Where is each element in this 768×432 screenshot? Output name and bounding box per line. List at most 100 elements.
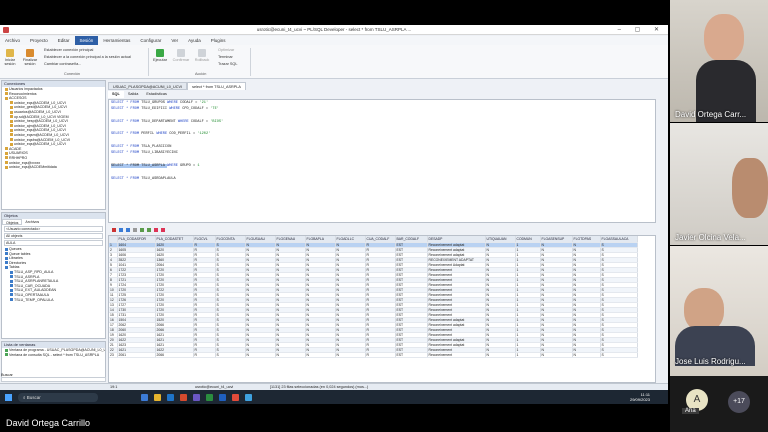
commit-button[interactable]: Confirmar (172, 49, 190, 62)
sql-token: SELECT * FROM (111, 132, 142, 137)
set-main-connection-session[interactable]: Establecer a la conexión principal a la … (44, 55, 131, 59)
sql-editor[interactable]: SELECT * FROM TSLU_GRUPOS WHERE CODALF =… (108, 99, 656, 223)
participant-name: David Ortega Carr... (675, 110, 747, 119)
chrome-icon[interactable] (232, 393, 239, 401)
excel-icon[interactable] (206, 393, 213, 401)
filter-icon[interactable] (154, 227, 158, 232)
table-cell[interactable]: 2066 (155, 352, 194, 358)
teams-icon[interactable] (193, 393, 200, 401)
logout-button[interactable]: Finalizar sesión (22, 49, 38, 66)
menu-ayuda[interactable]: Ayuda (183, 38, 206, 43)
object-filter-input[interactable]: AULA (4, 240, 103, 246)
execute-button[interactable]: Ejecutar (152, 49, 168, 62)
folder-icon (10, 119, 13, 123)
change-password[interactable]: Cambiar contraseña... (44, 62, 81, 66)
result-grid[interactable]: PLA_CODASFOR PLA_CODASTET FLGCVL FLGCONTA FL… (108, 235, 656, 383)
menu-configurar[interactable]: Configurar (135, 38, 166, 43)
sql-text[interactable]: SELECT * FROM TSLU_GRUPOS WHERE CODALF =… (109, 100, 655, 182)
optimize-option[interactable]: Optimizar (218, 48, 234, 52)
table-cell[interactable]: N (275, 352, 306, 358)
result-table: PLA_CODASFOR PLA_CODASTET FLGCVL FLGCONTA FL… (109, 236, 638, 358)
plsql-icon[interactable] (180, 393, 187, 401)
sql-line[interactable]: SELECT * FROM TSLU_ASRDAPLAULA (111, 176, 655, 182)
objects-tabs: Objetos Archivos (2, 219, 105, 225)
tab-objetos[interactable]: Objetos (2, 219, 23, 225)
fetch-next-icon[interactable] (140, 227, 144, 232)
folder-icon (5, 348, 8, 352)
export-icon[interactable] (161, 227, 165, 232)
table-cell[interactable]: 23 (109, 352, 118, 358)
table-cell[interactable]: N (572, 352, 601, 358)
tree-item[interactable]: Ventana de consulta SQL - select * from … (4, 353, 105, 358)
subtab-estadisticas[interactable]: Estadísticas (142, 91, 170, 98)
add-row-icon[interactable] (119, 227, 123, 232)
taskbar-search[interactable]: ⌕ Buscar (18, 392, 98, 402)
folder-icon (10, 105, 13, 109)
tree-item-label: TSLU_ASRPLA (14, 274, 40, 279)
set-main-connection[interactable]: Establecer conexión principal (44, 48, 93, 52)
user-selector[interactable]: <Usuario conectado> (4, 226, 103, 232)
objects-tree[interactable]: Queues Queue tables Libraries Directories Ta… (2, 247, 105, 302)
window-controls[interactable]: ‒ ▢ ✕ (618, 26, 665, 33)
tree-item[interactable]: TSLU_TEMP_OPALULA (4, 298, 105, 303)
trace-sql-option[interactable]: Trazar SQL (218, 62, 237, 66)
menu-herramientas[interactable]: Herramientas (98, 38, 135, 43)
app-icon[interactable] (245, 393, 252, 401)
tree-item-label: ACCESOS (9, 96, 27, 101)
search-field[interactable] (1, 377, 106, 382)
folder-icon (10, 133, 13, 137)
participant-tile-3[interactable]: Jose Luis Rodrigu... (670, 246, 768, 376)
windows-list[interactable]: Ventana de programa - USUAC_PLASGPDA@ACU… (2, 348, 105, 357)
table-row[interactable]: 23 2061 2066 R S N N N N R EST Reconeixement N 1 N N S (109, 352, 638, 358)
delete-row-icon[interactable] (126, 227, 130, 232)
subtab-sql[interactable]: SQL (108, 91, 124, 98)
menu-editar[interactable]: Editar (53, 38, 75, 43)
presenter-name: David Ortega Carrillo (6, 418, 91, 428)
table-cell[interactable]: S (600, 352, 638, 358)
table-cell[interactable]: 2061 (117, 352, 156, 358)
folder-icon (10, 128, 13, 132)
table-cell[interactable]: N (245, 352, 276, 358)
table-cell[interactable]: R (365, 352, 396, 358)
terminate-option[interactable]: Terminar (218, 55, 233, 59)
login-button[interactable]: Iniciar sesión (3, 49, 17, 66)
table-cell[interactable]: EST (395, 352, 428, 358)
table-cell[interactable]: N (540, 352, 573, 358)
outlook-icon[interactable] (167, 393, 174, 401)
tree-item-label: unistor_hesp@ACDEM_L0_UCVI (14, 119, 68, 124)
participant-tile-1[interactable]: David Ortega Carr... (670, 0, 768, 122)
tree-item[interactable]: unistor_eqs@ACDEMmitidata (4, 165, 105, 170)
word-icon[interactable] (219, 393, 226, 401)
table-cell[interactable]: R (193, 352, 216, 358)
clock[interactable]: 11:11 29/09/2023 (630, 392, 650, 402)
table-cell[interactable]: S (215, 352, 246, 358)
table-cell[interactable]: Reconeixement (427, 352, 486, 358)
post-changes-icon[interactable] (133, 227, 137, 232)
sql-token: SELECT * FROM (111, 176, 142, 181)
menu-ver[interactable]: Ver (166, 38, 183, 43)
lock-grid-icon[interactable] (112, 227, 116, 232)
table-cell[interactable]: N (485, 352, 516, 358)
rollback-button[interactable]: Rollback (194, 49, 210, 62)
tab-sql-window[interactable]: select * from TSLU_ASRPLA (187, 82, 246, 90)
windows-start-icon[interactable] (5, 393, 12, 401)
table-cell[interactable]: 1 (515, 352, 541, 358)
edge-icon[interactable] (141, 393, 148, 401)
windows-taskbar: ⌕ Buscar 11:11 29/09/2023 (0, 390, 668, 404)
menu-sesion[interactable]: Sesión (74, 36, 99, 45)
participant-tile-2[interactable]: Javier Olcina Vela... (670, 123, 768, 245)
menu-plugins[interactable]: Plugins (206, 38, 231, 43)
connections-tree[interactable]: Usuarios impactados Reconocimientos ACCESO… (2, 87, 105, 170)
more-participants-button[interactable]: +17 (728, 391, 750, 413)
tab-archivos[interactable]: Archivos (22, 219, 42, 225)
object-type-selector[interactable]: All objects (4, 233, 103, 239)
sql-token: 'TE' (210, 107, 219, 112)
table-cell[interactable]: N (305, 352, 336, 358)
menu-archivo[interactable]: Archivo (0, 38, 25, 43)
fetch-last-icon[interactable] (147, 227, 151, 232)
explorer-icon[interactable] (154, 393, 161, 401)
subtab-salida[interactable]: Salida (124, 91, 143, 98)
table-cell[interactable]: N (335, 352, 366, 358)
menu-proyecto[interactable]: Proyecto (25, 38, 53, 43)
tab-program-window[interactable]: USUAC_PLASGPDA@ACUNI_L0_UCVI (108, 82, 188, 90)
